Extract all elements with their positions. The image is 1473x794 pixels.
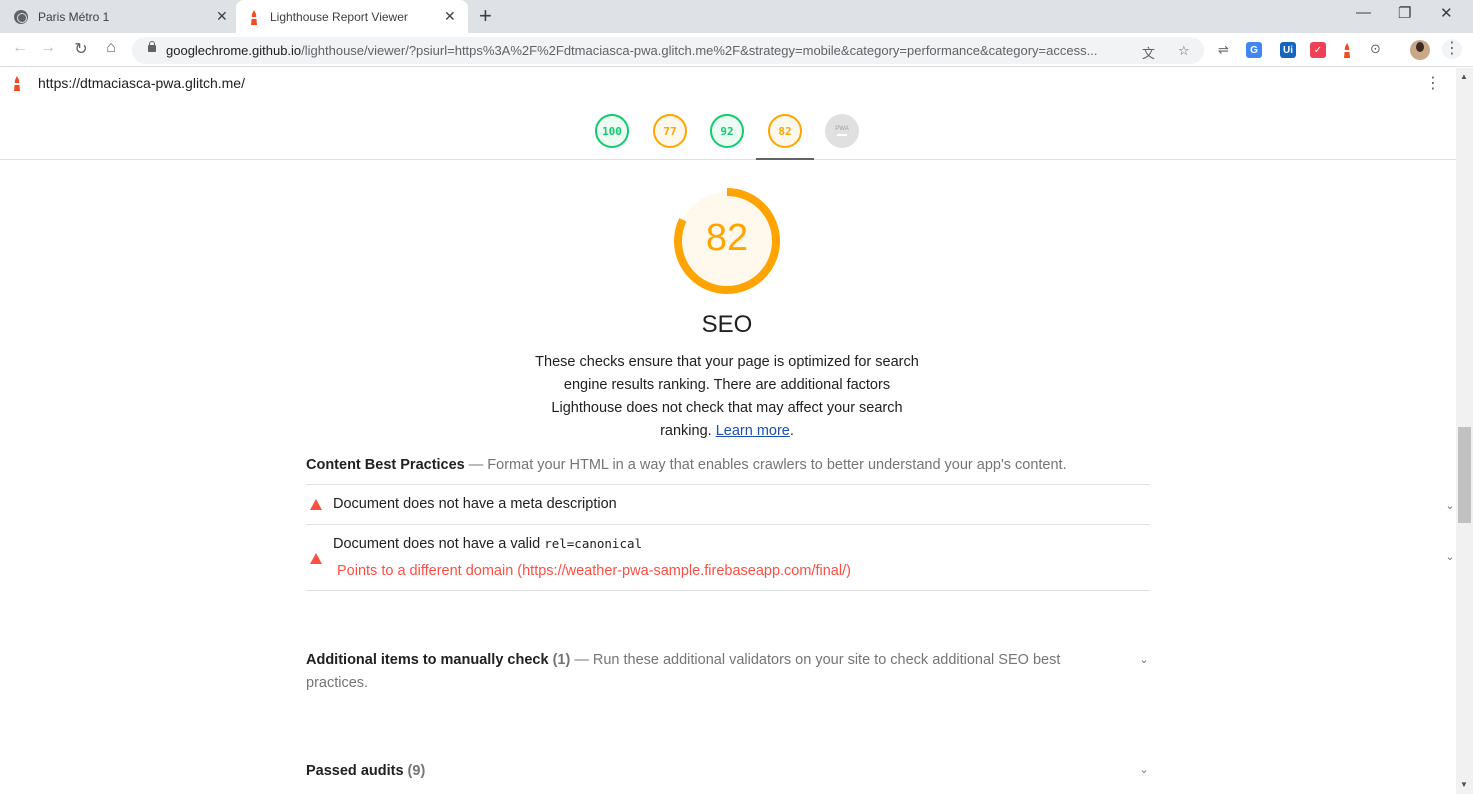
performance-score-gauge[interactable]: 100	[595, 114, 629, 148]
address-bar[interactable]: googlechrome.github.io/lighthouse/viewer…	[132, 37, 1204, 64]
chevron-down-icon[interactable]: ⌄	[1444, 499, 1456, 512]
chevron-down-icon[interactable]: ⌄	[1444, 550, 1456, 563]
audit-meta-description[interactable]: Document does not have a meta descriptio…	[306, 484, 1455, 524]
url-path: /lighthouse/viewer/?psiurl=https%3A%2F%2…	[301, 43, 1098, 58]
pwa-score-gauge[interactable]: PWA	[825, 114, 859, 148]
manual-checks-header[interactable]: Additional items to manually check (1) —…	[306, 649, 1150, 695]
accessibility-score-gauge[interactable]: 77	[653, 114, 687, 148]
tab-close-icon[interactable]: ✕	[216, 8, 228, 25]
group-count: (1)	[552, 652, 571, 668]
lock-icon	[148, 41, 156, 52]
chevron-down-icon[interactable]: ⌄	[1138, 763, 1150, 776]
cast-icon[interactable]: ⇌	[1218, 42, 1229, 58]
browser-toolbar: ← → ↻ ⌂ googlechrome.github.io/lighthous…	[0, 33, 1473, 67]
code-extension-icon[interactable]: ⊙	[1370, 41, 1381, 57]
tab-title: Paris Métro 1	[38, 9, 110, 24]
lighthouse-logo-icon	[14, 76, 20, 91]
audit-title-code: rel=canonical	[544, 536, 643, 551]
ui-icon[interactable]: Ui	[1280, 42, 1296, 58]
avatar[interactable]	[1410, 40, 1430, 60]
url-host: googlechrome.github.io	[166, 43, 302, 58]
fail-triangle-icon	[310, 499, 322, 510]
forward-arrow-icon[interactable]: →	[38, 39, 58, 57]
divider	[306, 590, 1150, 591]
fail-triangle-icon	[310, 553, 322, 564]
lighthouse-favicon-icon	[251, 9, 257, 25]
category-description: These checks ensure that your page is op…	[527, 351, 927, 443]
report-topbar: https://dtmaciasca-pwa.glitch.me/ ⋮	[0, 68, 1456, 98]
translate-icon[interactable]: G	[1246, 42, 1262, 58]
group-count: (9)	[407, 763, 426, 779]
scroll-thumb[interactable]	[1458, 427, 1471, 523]
tab-lighthouse-viewer[interactable]: Lighthouse Report Viewer ✕	[236, 0, 468, 33]
group-description: — Format your HTML in a way that enables…	[468, 457, 1067, 473]
seo-score-value: 82	[705, 217, 749, 259]
pwa-label: PWA	[835, 126, 849, 132]
restore-button[interactable]: ❐	[1398, 4, 1411, 22]
active-gauge-underline	[756, 158, 814, 160]
bookmark-star-icon[interactable]: ☆	[1178, 43, 1190, 59]
url-text[interactable]: googlechrome.github.io/lighthouse/viewer…	[166, 43, 1126, 58]
page-scrollbar[interactable]: ▲ ▼	[1456, 68, 1473, 794]
scroll-up-arrow-icon[interactable]: ▲	[1460, 72, 1468, 81]
home-icon[interactable]: ⌂	[101, 39, 121, 57]
tab-paris-metro[interactable]: Paris Métro 1 ✕	[14, 0, 234, 33]
audit-canonical[interactable]: Document does not have a valid rel=canon…	[306, 524, 1455, 590]
best-practices-score-gauge[interactable]: 92	[710, 114, 744, 148]
audit-title: Document does not have a meta descriptio…	[333, 496, 617, 512]
scroll-down-arrow-icon[interactable]: ▼	[1460, 780, 1468, 789]
new-tab-button[interactable]: +	[479, 4, 492, 28]
audit-title-text: Document does not have a valid	[333, 536, 545, 552]
lighthouse-ext-icon[interactable]	[1341, 42, 1353, 58]
group-title: Passed audits	[306, 763, 404, 779]
content-best-practices-header: Content Best Practices — Format your HTM…	[306, 454, 1150, 477]
score-gauges-bar: 100 77 92 82 PWA	[0, 98, 1456, 160]
back-arrow-icon[interactable]: ←	[10, 39, 30, 57]
close-window-button[interactable]: ✕	[1440, 4, 1453, 22]
seo-score-gauge[interactable]: 82	[768, 114, 802, 148]
globe-icon	[14, 9, 28, 24]
pocket-icon[interactable]: ✓	[1310, 42, 1326, 58]
group-title: Additional items to manually check	[306, 652, 549, 668]
minimize-button[interactable]: —	[1356, 4, 1371, 21]
group-title: Content Best Practices	[306, 457, 465, 473]
passed-audits-header[interactable]: Passed audits (9)	[306, 760, 1150, 783]
audit-title: Document does not have a valid rel=canon…	[333, 536, 642, 552]
tab-title: Lighthouse Report Viewer	[270, 9, 408, 24]
report-tools-menu-icon[interactable]: ⋮	[1425, 73, 1441, 93]
translate-page-icon[interactable]: 文	[1142, 43, 1155, 62]
audit-explanation: Points to a different domain (https://we…	[337, 563, 851, 579]
tab-strip: Paris Métro 1 ✕ Lighthouse Report Viewer…	[0, 0, 1473, 33]
chrome-menu-icon[interactable]: ⋮	[1442, 39, 1462, 59]
reload-icon[interactable]: ↻	[71, 39, 91, 59]
description-period: .	[789, 423, 794, 439]
report-site-url[interactable]: https://dtmaciasca-pwa.glitch.me/	[38, 75, 245, 91]
pwa-dash	[837, 134, 847, 136]
category-title: SEO	[701, 311, 753, 338]
tab-close-icon[interactable]: ✕	[444, 8, 456, 25]
chevron-down-icon[interactable]: ⌄	[1138, 653, 1150, 666]
learn-more-link[interactable]: Learn more	[716, 423, 790, 439]
